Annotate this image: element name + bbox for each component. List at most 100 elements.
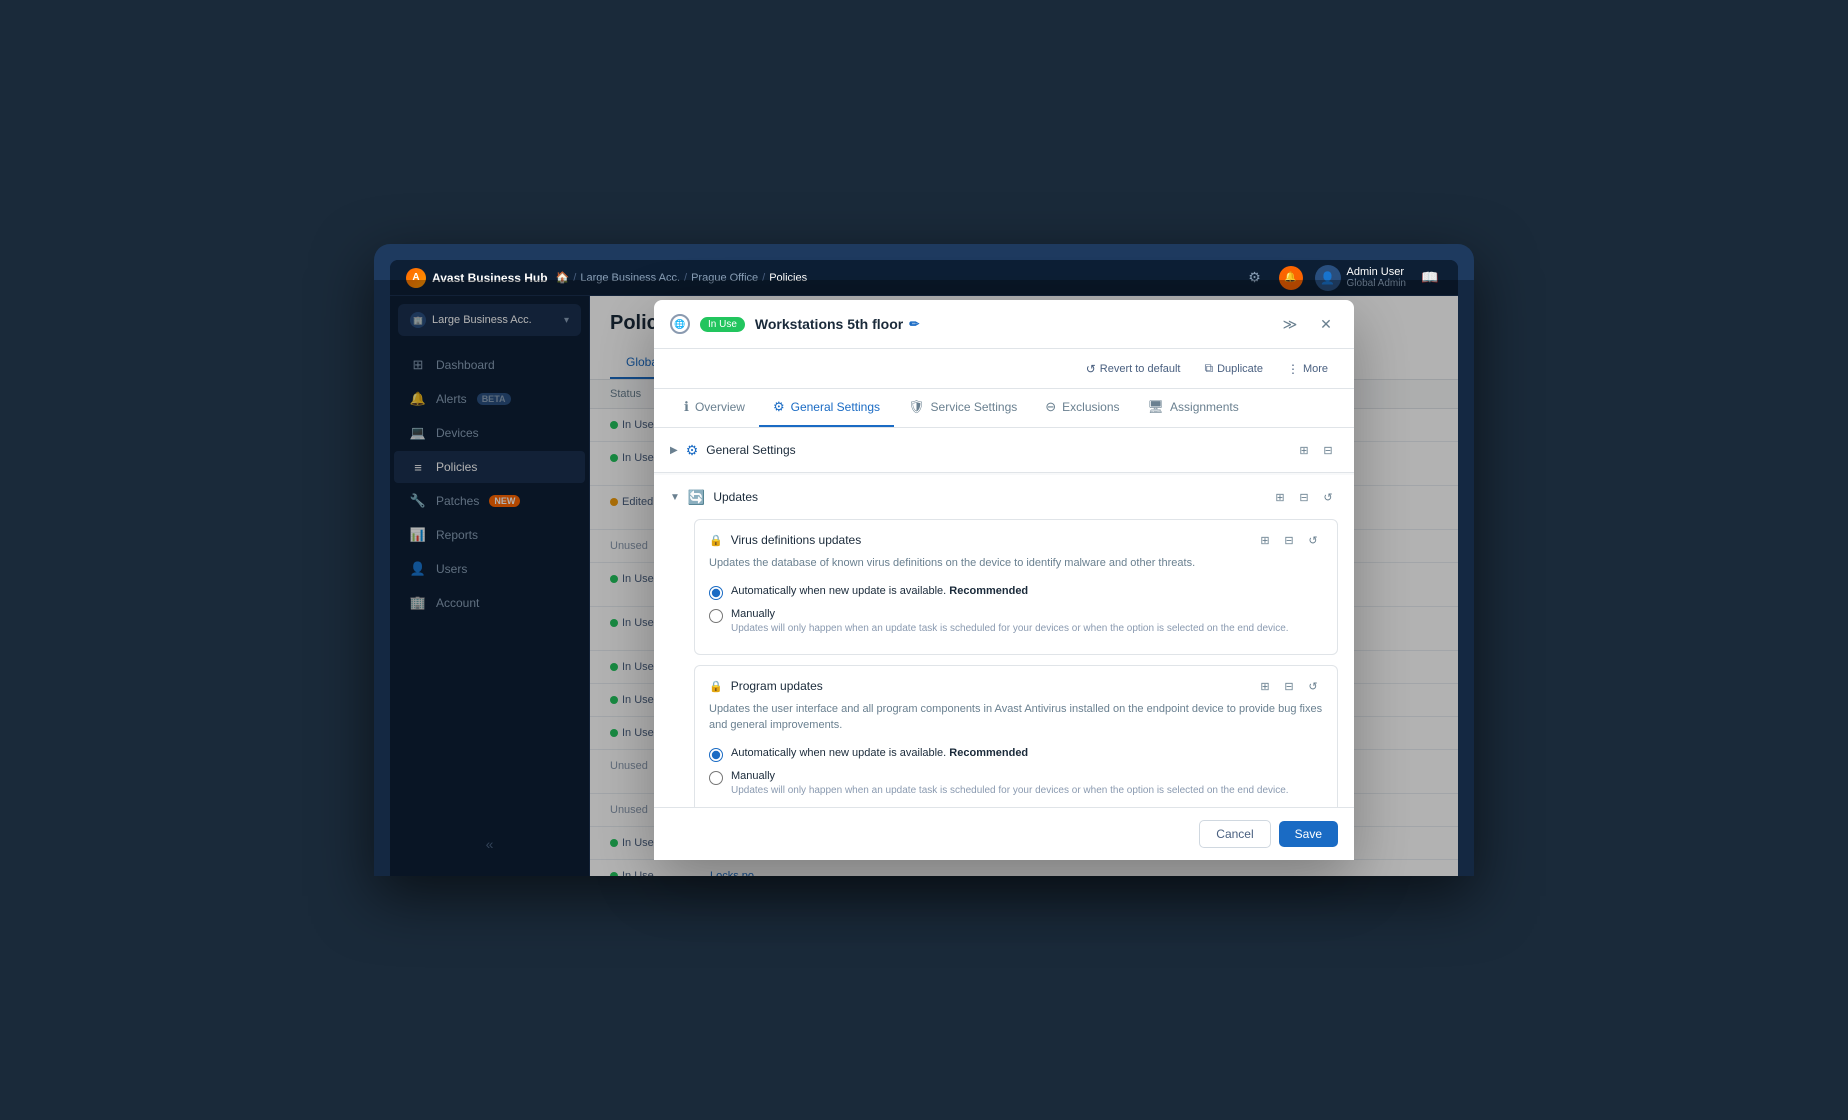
service-settings-icon: 🛡 <box>908 399 925 415</box>
expand-button[interactable]: ≫ <box>1278 312 1302 336</box>
program-updates-title: Program updates <box>731 679 823 693</box>
vd-ctrl-1[interactable]: ⊞ <box>1255 530 1275 550</box>
more-icon: ⋮ <box>1287 362 1299 376</box>
radio-auto: Automatically when new update is availab… <box>709 585 1323 600</box>
tab-general-settings[interactable]: ⚙ General Settings <box>759 389 894 427</box>
updates-ctrl-3[interactable]: ↺ <box>1318 487 1338 507</box>
modal-actions: ↺ Revert to default ⧉ Duplicate ⋮ More <box>654 349 1354 389</box>
program-updates-radio-group: Automatically when new update is availab… <box>695 743 1337 807</box>
edit-icon[interactable]: ✏ <box>909 317 919 331</box>
more-label: More <box>1303 363 1328 375</box>
more-button[interactable]: ⋮ More <box>1277 358 1338 380</box>
general-settings-header[interactable]: ▶ ⚙ General Settings ⊞ ⊟ <box>654 428 1354 472</box>
collapse-icon: ▶ <box>670 445 678 456</box>
updates-title: Updates <box>713 490 758 504</box>
program-updates-desc: Updates the user interface and all progr… <box>695 700 1337 743</box>
modal-footer: Cancel Save <box>654 807 1354 860</box>
program-update-controls: ⊞ ⊟ ↺ <box>1255 676 1323 696</box>
program-updates-item: 🔒 Program updates ⊞ ⊟ ↺ <box>694 665 1338 807</box>
updates-icon: 🔄 <box>688 489 705 506</box>
modal-overlay: 🌐 In Use Workstations 5th floor ✏ ≫ ✕ <box>590 296 1458 876</box>
pu-manual-sublabel: Updates will only happen when an update … <box>731 784 1289 798</box>
modal-header-right: ≫ ✕ <box>1278 312 1338 336</box>
modal-title-text: Workstations 5th floor <box>755 316 903 332</box>
modal-tabs: ℹ Overview ⚙ General Settings 🛡 Service … <box>654 389 1354 428</box>
general-settings-icon: ⚙ <box>773 399 785 415</box>
revert-label: Revert to default <box>1100 363 1181 375</box>
tab-overview[interactable]: ℹ Overview <box>670 389 759 427</box>
updates-header[interactable]: ▼ 🔄 Updates ⊞ ⊟ ↺ <box>654 475 1354 519</box>
vd-ctrl-3[interactable]: ↺ <box>1303 530 1323 550</box>
exclusions-icon: ⊖ <box>1045 399 1056 415</box>
general-settings-title: General Settings <box>706 443 795 457</box>
radio-manual: Manually Updates will only happen when a… <box>709 608 1323 636</box>
tab-assignments[interactable]: 🖥 Assignments <box>1134 389 1253 427</box>
radio-auto-label: Automatically when new update is availab… <box>731 585 1028 597</box>
settings-section-icon: ⚙ <box>686 442 699 459</box>
manual-label-text: Manually <box>731 608 1289 620</box>
tab-exclusions[interactable]: ⊖ Exclusions <box>1031 389 1133 427</box>
pu-radio-auto-input[interactable] <box>709 748 723 762</box>
tab-exclusions-label: Exclusions <box>1062 400 1119 414</box>
pu-manual-label: Manually Updates will only happen when a… <box>731 770 1289 798</box>
tab-overview-label: Overview <box>695 400 745 414</box>
pu-auto-label: Automatically when new update is availab… <box>731 747 1028 759</box>
overview-icon: ℹ <box>684 399 689 415</box>
radio-manual-label: Manually Updates will only happen when a… <box>731 608 1289 636</box>
updates-collapse-icon: ▼ <box>670 492 680 503</box>
assignments-icon: 🖥 <box>1148 399 1165 415</box>
close-button[interactable]: ✕ <box>1314 312 1338 336</box>
tab-service-label: Service Settings <box>931 400 1018 414</box>
virus-definitions-header: 🔒 Virus definitions updates ⊞ ⊟ ↺ <box>695 520 1337 554</box>
ctrl-btn-1[interactable]: ⊞ <box>1294 440 1314 460</box>
vd-ctrl-2[interactable]: ⊟ <box>1279 530 1299 550</box>
recommended-badge: Recommended <box>949 585 1028 597</box>
revert-icon: ↺ <box>1086 362 1096 376</box>
general-settings-section: ▶ ⚙ General Settings ⊞ ⊟ <box>654 428 1354 473</box>
virus-def-desc: Updates the database of known virus defi… <box>695 554 1337 581</box>
modal-title: Workstations 5th floor ✏ <box>755 316 919 332</box>
globe-icon: 🌐 <box>670 314 690 334</box>
updates-ctrl-2[interactable]: ⊟ <box>1294 487 1314 507</box>
pu-ctrl-2[interactable]: ⊟ <box>1279 676 1299 696</box>
pu-recommended: Recommended <box>949 747 1028 759</box>
section-controls: ⊞ ⊟ <box>1294 440 1338 460</box>
radio-manual-input[interactable] <box>709 609 723 623</box>
pu-radio-manual-input[interactable] <box>709 771 723 785</box>
pu-radio-manual: Manually Updates will only happen when a… <box>709 770 1323 798</box>
virus-def-title: Virus definitions updates <box>731 533 862 547</box>
updates-controls: ⊞ ⊟ ↺ <box>1270 487 1338 507</box>
program-lock-icon: 🔒 <box>709 680 723 693</box>
modal-content: ▶ ⚙ General Settings ⊞ ⊟ <box>654 428 1354 807</box>
pu-ctrl-3[interactable]: ↺ <box>1303 676 1323 696</box>
updates-ctrl-1[interactable]: ⊞ <box>1270 487 1290 507</box>
user-name: Admin User <box>1347 266 1406 278</box>
revert-button[interactable]: ↺ Revert to default <box>1076 358 1191 380</box>
updates-section: ▼ 🔄 Updates ⊞ ⊟ ↺ <box>654 475 1354 807</box>
pu-radio-auto: Automatically when new update is availab… <box>709 747 1323 762</box>
tab-general-label: General Settings <box>791 400 880 414</box>
duplicate-label: Duplicate <box>1217 363 1263 375</box>
tab-assignments-label: Assignments <box>1170 400 1239 414</box>
lock-icon: 🔒 <box>709 534 723 547</box>
radio-auto-input[interactable] <box>709 586 723 600</box>
program-updates-header: 🔒 Program updates ⊞ ⊟ ↺ <box>695 666 1337 700</box>
pu-manual-text: Manually <box>731 770 1289 782</box>
tab-service-settings[interactable]: 🛡 Service Settings <box>894 389 1031 427</box>
ctrl-btn-2[interactable]: ⊟ <box>1318 440 1338 460</box>
auto-label-text: Automatically when new update is availab… <box>731 585 1028 597</box>
main-layout: 🏢 Large Business Acc. ▾ ⊞ Dashboard 🔔 Al… <box>390 296 1458 876</box>
status-badge: In Use <box>700 317 745 332</box>
duplicate-button[interactable]: ⧉ Duplicate <box>1195 357 1273 380</box>
pu-auto-text: Automatically when new update is availab… <box>731 747 1028 759</box>
policy-modal: 🌐 In Use Workstations 5th floor ✏ ≫ ✕ <box>654 300 1354 860</box>
modal-header: 🌐 In Use Workstations 5th floor ✏ ≫ ✕ <box>654 300 1354 349</box>
save-button[interactable]: Save <box>1279 821 1338 847</box>
virus-def-radio-group: Automatically when new update is availab… <box>695 581 1337 654</box>
manual-sublabel: Updates will only happen when an update … <box>731 622 1289 636</box>
pu-ctrl-1[interactable]: ⊞ <box>1255 676 1275 696</box>
duplicate-icon: ⧉ <box>1205 361 1214 376</box>
virus-definitions-item: 🔒 Virus definitions updates ⊞ ⊟ ↺ <box>694 519 1338 655</box>
modal-header-left: 🌐 In Use Workstations 5th floor ✏ <box>670 314 919 334</box>
cancel-button[interactable]: Cancel <box>1199 820 1270 848</box>
